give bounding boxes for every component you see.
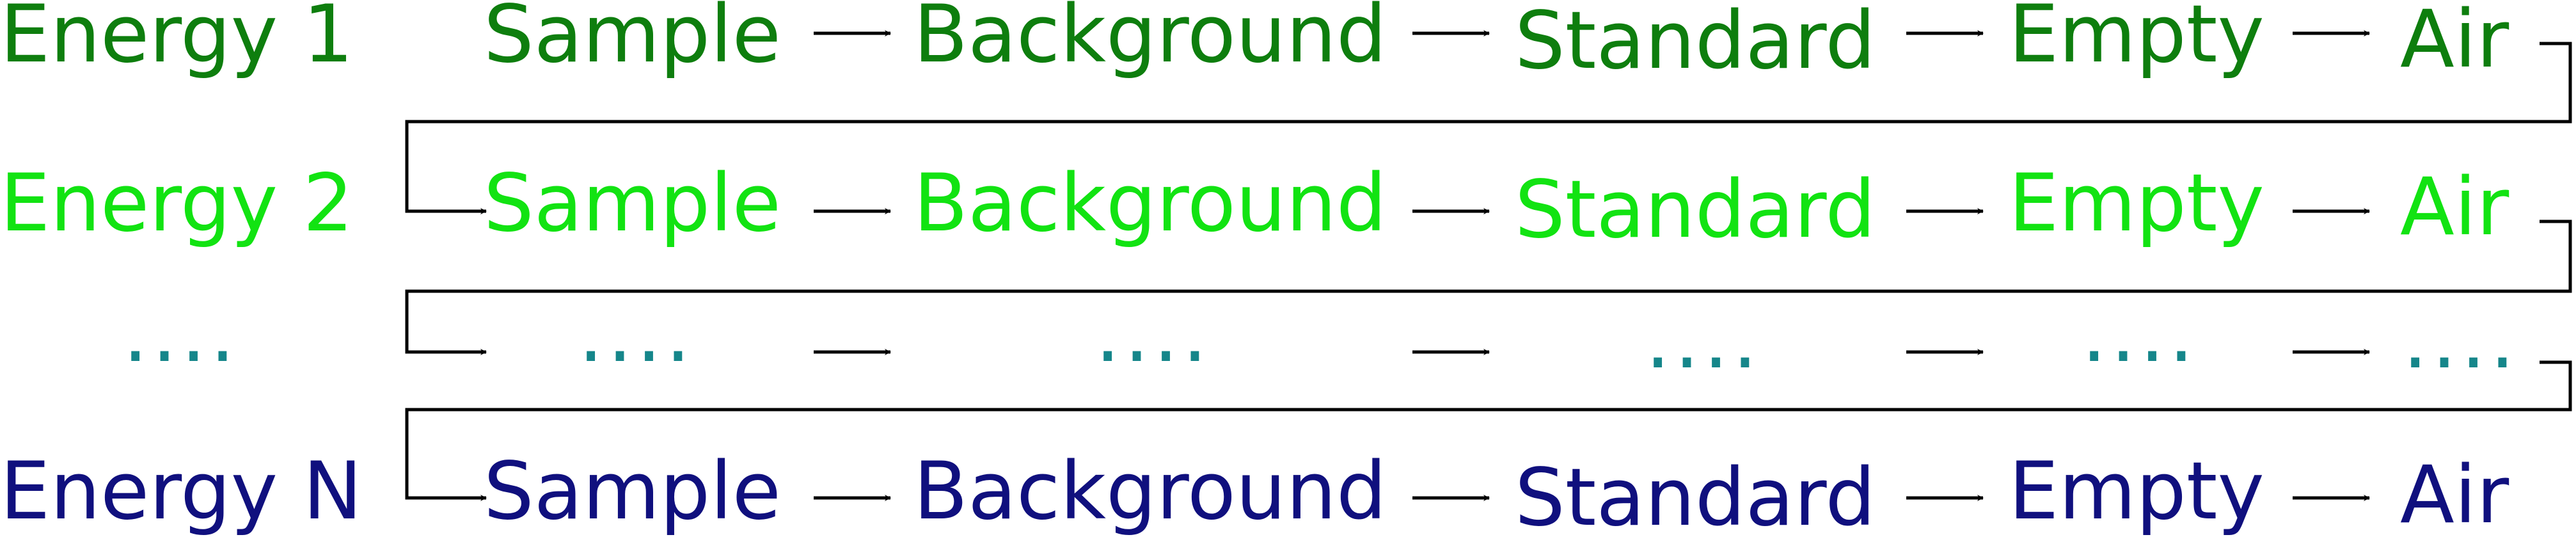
energy-label-2: Energy 2 [0,157,354,250]
step-sample-n: Sample [484,445,781,538]
step-empty-n: Empty [2009,445,2264,538]
step-empty-1: Empty [2009,0,2264,81]
step-standard-n: Standard [1515,452,1876,544]
step-background-2: Background [913,157,1387,250]
energy-label-1: Energy 1 [0,0,354,81]
step-sample-1: Sample [484,0,781,81]
energy-sequence-diagram: Energy 1 Sample Background Standard Empt… [0,0,2576,538]
step-air-1: Air [2400,0,2509,86]
step-ellipsis-3: .... [1645,294,1762,387]
energy-label-ellipsis: .... [123,288,239,380]
step-empty-2: Empty [2009,157,2264,250]
step-air-n: Air [2400,449,2509,541]
step-ellipsis-1: .... [578,288,695,380]
step-sample-2: Sample [484,157,781,250]
step-ellipsis-2: .... [1095,288,1212,380]
energy-label-n: Energy N [0,445,363,538]
step-background-n: Background [913,445,1387,538]
step-standard-1: Standard [1515,0,1876,87]
step-background-1: Background [913,0,1387,81]
step-ellipsis-5: .... [2403,294,2519,387]
step-standard-2: Standard [1515,164,1876,256]
step-ellipsis-4: .... [2082,288,2198,380]
step-air-2: Air [2400,161,2509,253]
